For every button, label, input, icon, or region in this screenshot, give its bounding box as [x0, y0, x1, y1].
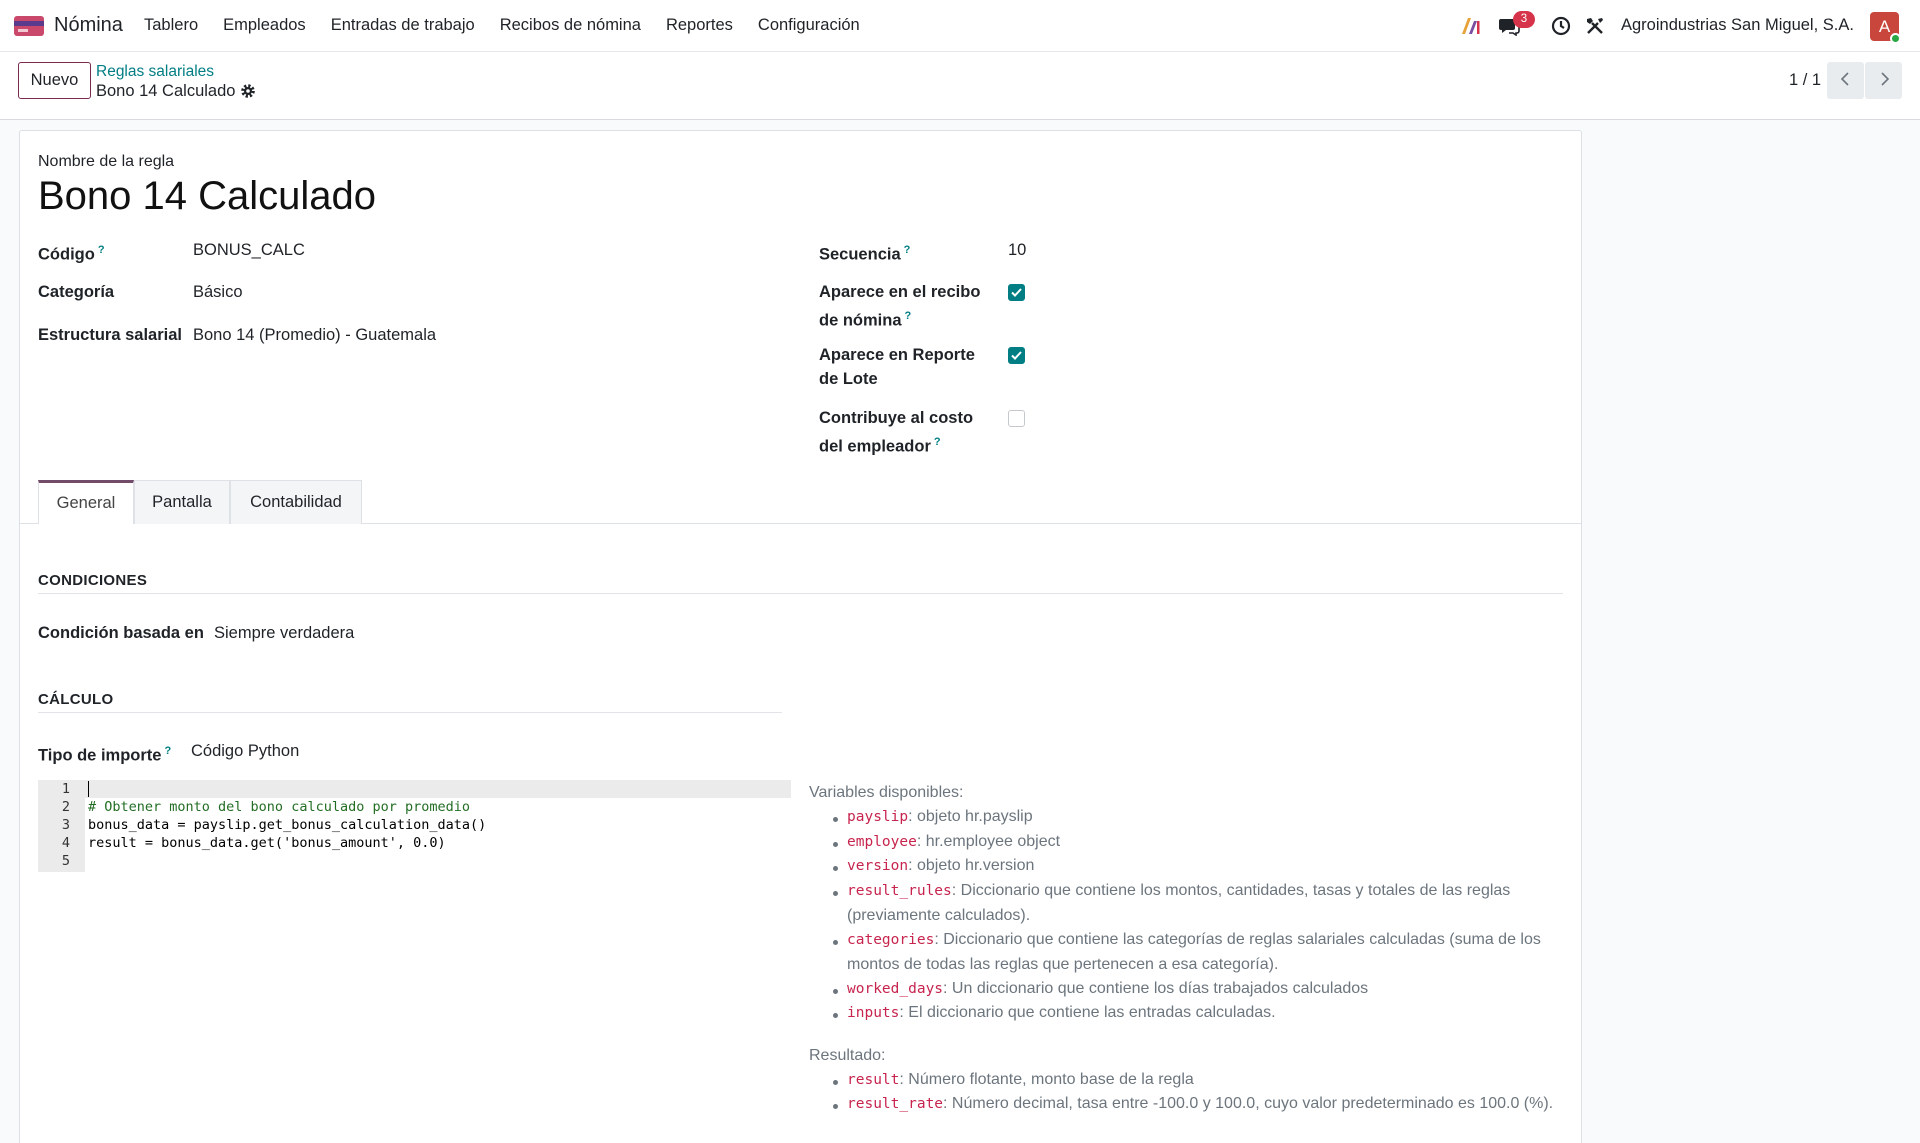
messages-count-badge: 3: [1513, 11, 1535, 28]
variable-inputs: inputs: El diccionario que contiene las …: [847, 1004, 1276, 1021]
variable-categories: categories: Diccionario que contiene las…: [847, 931, 1541, 973]
app-name[interactable]: Nómina: [54, 14, 123, 37]
form-sheet: Nombre de la regla Bono 14 Calculado Cód…: [19, 130, 1582, 1143]
variable-result-rules: result_rules: Diccionario que contiene l…: [847, 882, 1511, 924]
variable-version: version: objeto hr.version: [847, 857, 1035, 874]
appears-payslip-label: Aparece en el recibo de nómina?: [819, 283, 981, 330]
checkmark-icon: [1011, 288, 1022, 297]
bullet: [833, 940, 838, 945]
tab-contabilidad[interactable]: Contabilidad: [230, 480, 362, 524]
category-label: Categoría: [38, 283, 115, 301]
variables-title: Variables disponibles:: [809, 784, 964, 801]
bullet: [833, 1013, 838, 1018]
menu-configuracion[interactable]: Configuración: [758, 16, 860, 35]
variable-payslip: payslip: objeto hr.payslip: [847, 808, 1033, 825]
appears-batch-label: Aparece en Reporte de Lote: [819, 346, 975, 388]
sequence-field[interactable]: 10: [1008, 241, 1026, 260]
line-number: 4: [61, 835, 70, 851]
menu-entradas-trabajo[interactable]: Entradas de trabajo: [331, 16, 475, 35]
chevron-left-icon: [1840, 72, 1849, 86]
bullet: [833, 1080, 838, 1085]
main-menu: Tablero Empleados Entradas de trabajo Re…: [144, 16, 885, 35]
pager-previous-button[interactable]: [1827, 62, 1864, 99]
clock-icon[interactable]: [1551, 16, 1571, 36]
text-cursor: [88, 781, 89, 797]
sequence-label: Secuencia?: [819, 244, 911, 264]
tab-general[interactable]: General: [38, 480, 134, 524]
rule-name-label: Nombre de la regla: [38, 153, 175, 170]
result-rate: result_rate: Número decimal, tasa entre …: [847, 1095, 1554, 1112]
menu-recibos-nomina[interactable]: Recibos de nómina: [500, 16, 641, 35]
appears-batch-checkbox[interactable]: [1008, 347, 1025, 364]
top-navbar: Nómina Tablero Empleados Entradas de tra…: [0, 0, 1920, 52]
employer-cost-checkbox[interactable]: [1008, 410, 1025, 427]
gear-icon[interactable]: [240, 83, 256, 99]
tools-icon[interactable]: [1585, 16, 1605, 36]
line-number: 3: [61, 817, 70, 833]
tab-pantalla[interactable]: Pantalla: [134, 480, 230, 524]
company-switcher[interactable]: Agroindustrias San Miguel, S.A.: [1621, 16, 1854, 35]
conditions-section-title: CONDICIONES: [38, 572, 148, 589]
editor-active-line: [85, 780, 791, 798]
structure-field[interactable]: Bono 14 (Promedio) - Guatemala: [193, 326, 436, 345]
pager-next-button[interactable]: [1865, 62, 1902, 99]
code-line: bonus_data = payslip.get_bonus_calculati…: [88, 817, 487, 833]
code-line: # Obtener monto del bono calculado por p…: [88, 799, 471, 815]
bullet: [833, 989, 838, 994]
line-number: 2: [61, 799, 70, 815]
category-field[interactable]: Básico: [193, 283, 243, 302]
code-field[interactable]: BONUS_CALC: [193, 241, 305, 260]
ai-icon[interactable]: [1460, 17, 1480, 35]
code-label: Código?: [38, 244, 105, 264]
control-panel: Nuevo Reglas salariales Bono 14 Calculad…: [0, 52, 1920, 120]
bullet: [833, 866, 838, 871]
pager-value[interactable]: 1 / 1: [1789, 71, 1821, 90]
conditions-separator: [38, 593, 1563, 594]
code-line: result = bonus_data.get('bonus_amount', …: [88, 835, 446, 851]
amount-type-field[interactable]: Código Python: [191, 742, 299, 761]
checkmark-icon: [1011, 351, 1022, 360]
structure-label: Estructura salarial: [38, 326, 182, 344]
menu-reportes[interactable]: Reportes: [666, 16, 733, 35]
calculation-section-title: CÁLCULO: [38, 691, 114, 708]
breadcrumb-current: Bono 14 Calculado: [96, 82, 236, 100]
bullet: [833, 842, 838, 847]
new-button[interactable]: Nuevo: [18, 62, 91, 99]
condition-label: Condición basada en: [38, 624, 204, 642]
employer-cost-label: Contribuye al costo del empleador?: [819, 409, 974, 456]
menu-empleados[interactable]: Empleados: [223, 16, 306, 35]
variable-employee: employee: hr.employee object: [847, 833, 1061, 850]
condition-field[interactable]: Siempre verdadera: [214, 624, 354, 643]
variable-worked-days: worked_days: Un diccionario que contiene…: [847, 980, 1369, 997]
bullet: [833, 1104, 838, 1109]
bullet: [833, 891, 838, 896]
rule-name-field[interactable]: Bono 14 Calculado: [38, 174, 376, 219]
breadcrumb-parent-link[interactable]: Reglas salariales: [96, 63, 214, 81]
result-title: Resultado:: [809, 1047, 886, 1064]
bullet: [833, 817, 838, 822]
calculation-separator: [38, 712, 782, 713]
chevron-right-icon: [1880, 72, 1889, 86]
appears-payslip-checkbox[interactable]: [1008, 284, 1025, 301]
line-number: 1: [61, 781, 70, 797]
amount-type-label: Tipo de importe?: [38, 745, 172, 765]
online-status-dot: [1890, 33, 1901, 44]
menu-tablero[interactable]: Tablero: [144, 16, 198, 35]
line-number: 5: [61, 853, 70, 869]
python-code-editor[interactable]: 1 2 3 4 5 # Obtener monto del bono calcu…: [38, 780, 791, 872]
payroll-app-icon[interactable]: [14, 15, 44, 37]
result-result: result: Número flotante, monto base de l…: [847, 1071, 1194, 1088]
